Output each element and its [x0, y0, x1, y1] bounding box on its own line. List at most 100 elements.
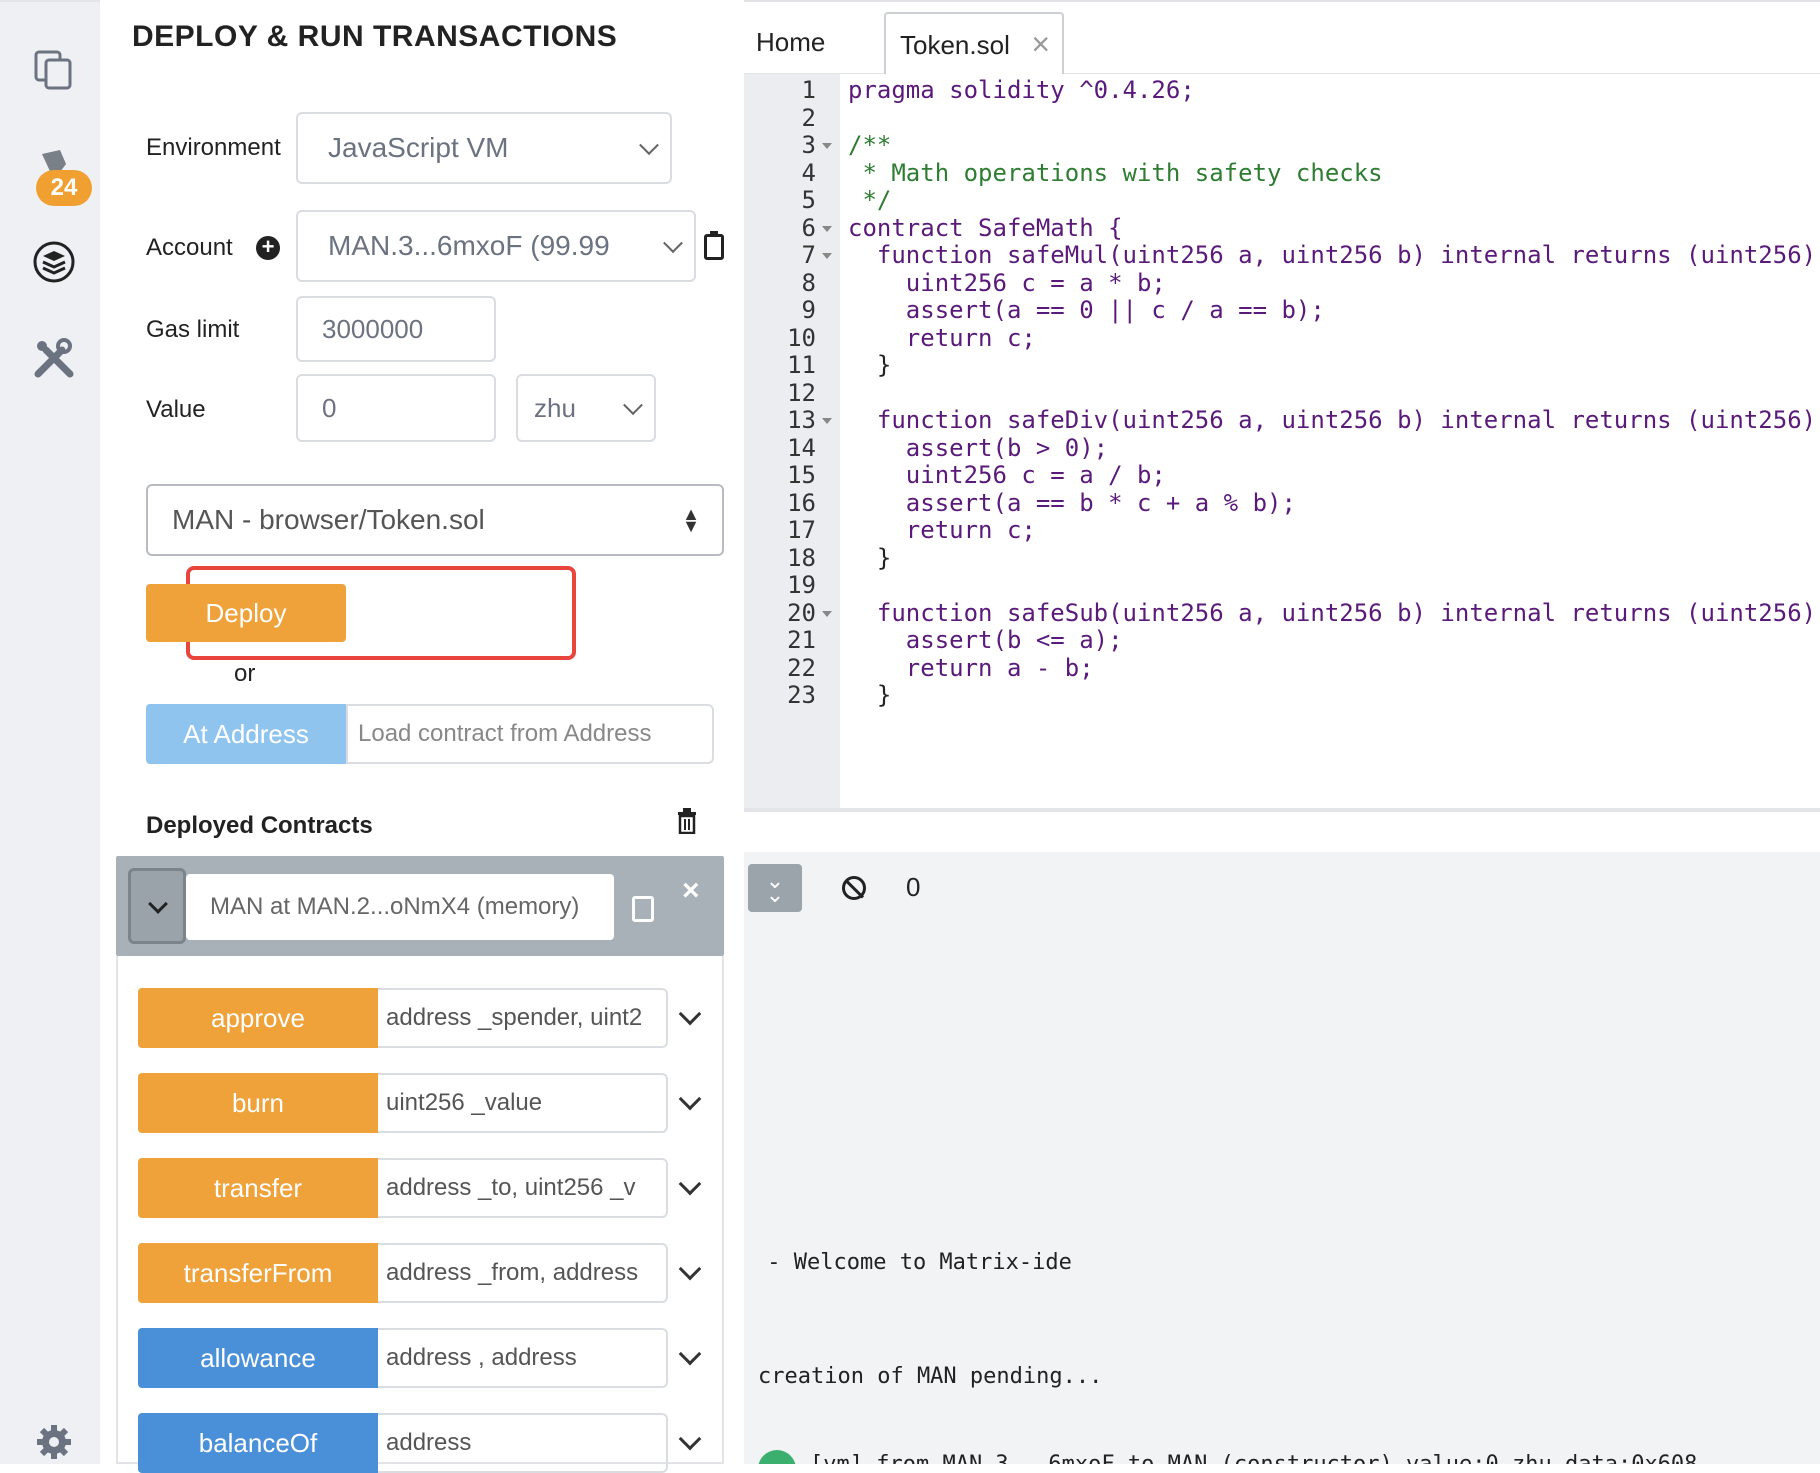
- trash-icon[interactable]: [676, 808, 696, 835]
- deploy-run-panel: DEPLOY & RUN TRANSACTIONS Environment Ja…: [100, 0, 740, 1473]
- code-line: uint256 c = a * b;: [848, 268, 1166, 297]
- code-line: function safeSub(uint256 a, uint256 b) i…: [848, 598, 1817, 627]
- gas-limit-input[interactable]: 3000000: [296, 296, 496, 362]
- chevron-down-icon: [148, 894, 168, 914]
- code-line: assert(b > 0);: [848, 433, 1109, 462]
- copy-address-icon[interactable]: [632, 896, 654, 922]
- close-icon[interactable]: ×: [682, 874, 700, 908]
- line-number: 8: [801, 268, 816, 297]
- value-input[interactable]: 0: [296, 374, 496, 442]
- account-value: MAN.3...6mxoF (99.99: [328, 230, 610, 261]
- environment-value: JavaScript VM: [328, 132, 509, 163]
- terminal-resize-bar[interactable]: [744, 808, 1820, 812]
- pending-count: 0: [906, 872, 921, 902]
- line-number: 23: [787, 681, 816, 709]
- chevron-down-icon: [639, 135, 659, 156]
- tab-token-sol[interactable]: Token.sol ×: [884, 12, 1064, 76]
- environment-label: Environment: [146, 134, 281, 161]
- function-row-approve: approve address _spender, uint2: [138, 988, 702, 1048]
- chevron-down-icon[interactable]: [678, 1087, 702, 1111]
- line-number: 18: [787, 543, 816, 572]
- collapse-terminal-button[interactable]: ⌄ ⌄: [748, 864, 802, 912]
- code-line: uint256 c = a / b;: [848, 461, 1166, 489]
- function-params-input[interactable]: address , address: [378, 1328, 668, 1388]
- function-row-burn: burn uint256 _value: [138, 1073, 702, 1133]
- add-account-icon[interactable]: +: [256, 236, 280, 260]
- gas-limit-label: Gas limit: [146, 316, 240, 343]
- deploy-button[interactable]: Deploy: [146, 584, 346, 642]
- line-number: 5: [801, 186, 816, 214]
- line-number: 16: [787, 488, 816, 517]
- code-editor[interactable]: 1 2 3 4 5 6 7 8 9 10 11 12 13 14 15 16 17 18 19 20 21 22 23 pr…: [744, 74, 1820, 808]
- function-row-allowance: allowance address , address: [138, 1328, 702, 1388]
- account-select[interactable]: MAN.3...6mxoF (99.99: [296, 210, 696, 282]
- function-button-approve[interactable]: approve: [138, 988, 378, 1048]
- line-number: 13: [787, 406, 816, 434]
- chevron-down-icon[interactable]: [678, 1342, 702, 1366]
- line-number: 11: [787, 351, 816, 379]
- at-address-button[interactable]: At Address: [146, 704, 346, 764]
- line-number: 7: [801, 241, 816, 269]
- deploy-icon[interactable]: [30, 238, 78, 286]
- chevron-down-icon[interactable]: [678, 1002, 702, 1026]
- code-line: }: [848, 351, 892, 379]
- function-button-balanceOf[interactable]: balanceOf: [138, 1413, 378, 1473]
- chevron-down-icon[interactable]: [678, 1257, 702, 1281]
- code-line: return c;: [848, 516, 1036, 544]
- function-params-input[interactable]: address _spender, uint2: [378, 988, 668, 1048]
- code-line: assert(a == b * c + a % b);: [848, 488, 1296, 517]
- value-unit-select[interactable]: zhu: [516, 374, 656, 442]
- copy-account-icon[interactable]: [704, 231, 724, 260]
- function-button-transfer[interactable]: transfer: [138, 1158, 378, 1218]
- function-button-allowance[interactable]: allowance: [138, 1328, 378, 1388]
- line-number: 6: [801, 213, 816, 242]
- function-row-balanceOf: balanceOf address: [138, 1413, 702, 1473]
- terminal-header: ⌄ ⌄ 0: [744, 852, 1820, 924]
- success-icon: [758, 1450, 796, 1464]
- function-params-input[interactable]: address _from, address: [378, 1243, 668, 1303]
- function-params-input[interactable]: address: [378, 1413, 668, 1473]
- value-label: Value: [146, 396, 206, 423]
- line-number: 17: [787, 516, 816, 544]
- code-line: assert(b <= a);: [848, 626, 1123, 654]
- fold-arrow-icon[interactable]: [822, 225, 832, 232]
- fold-arrow-icon[interactable]: [822, 610, 832, 617]
- environment-select[interactable]: JavaScript VM: [296, 112, 672, 184]
- line-number: 19: [787, 571, 816, 599]
- line-number: 21: [787, 626, 816, 654]
- code-line: function safeMul(uint256 a, uint256 b) i…: [848, 241, 1817, 269]
- function-params-input[interactable]: uint256 _value: [378, 1073, 668, 1133]
- fold-arrow-icon[interactable]: [822, 418, 832, 424]
- line-number: 12: [787, 378, 816, 407]
- function-params-input[interactable]: address _to, uint256 _v: [378, 1158, 668, 1218]
- clear-console-icon[interactable]: [842, 876, 866, 900]
- line-number: 14: [787, 433, 816, 462]
- fold-arrow-icon[interactable]: [822, 143, 832, 149]
- contract-select-value: MAN - browser/Token.sol: [172, 504, 485, 535]
- code-line: return c;: [848, 323, 1036, 352]
- contract-select[interactable]: MAN - browser/Token.sol ▲ ▼: [146, 484, 724, 556]
- chevron-down-icon: [663, 233, 683, 254]
- deployed-contracts-title: Deployed Contracts: [146, 812, 373, 839]
- line-gutter: 1 2 3 4 5 6 7 8 9 10 11 12 13 14 15 16 17 18 19 20 21 22 23: [744, 74, 840, 808]
- load-address-input[interactable]: Load contract from Address: [346, 704, 714, 764]
- creation-line: creation of MAN pending...: [758, 1364, 1103, 1389]
- settings-icon[interactable]: [30, 1418, 78, 1466]
- function-button-burn[interactable]: burn: [138, 1073, 378, 1133]
- chevron-down-icon[interactable]: [678, 1172, 702, 1196]
- function-button-transferFrom[interactable]: transferFrom: [138, 1243, 378, 1303]
- files-icon[interactable]: [30, 46, 78, 94]
- code-line: }: [848, 543, 892, 572]
- line-number: 15: [787, 461, 816, 489]
- tab-home[interactable]: Home: [756, 8, 825, 76]
- chevron-down-icon[interactable]: [678, 1427, 702, 1451]
- line-number: 20: [787, 598, 816, 627]
- fold-arrow-icon[interactable]: [822, 253, 832, 259]
- plugin-manager-icon[interactable]: [30, 334, 78, 382]
- code-line: function safeDiv(uint256 a, uint256 b) i…: [848, 406, 1817, 434]
- code-line: * Math operations with safety checks: [848, 158, 1383, 187]
- close-tab-icon[interactable]: ×: [1031, 26, 1050, 63]
- tab-token-sol-label: Token.sol: [900, 29, 1010, 60]
- expand-instance-button[interactable]: [128, 868, 186, 944]
- function-row-transferFrom: transferFrom address _from, address: [138, 1243, 702, 1303]
